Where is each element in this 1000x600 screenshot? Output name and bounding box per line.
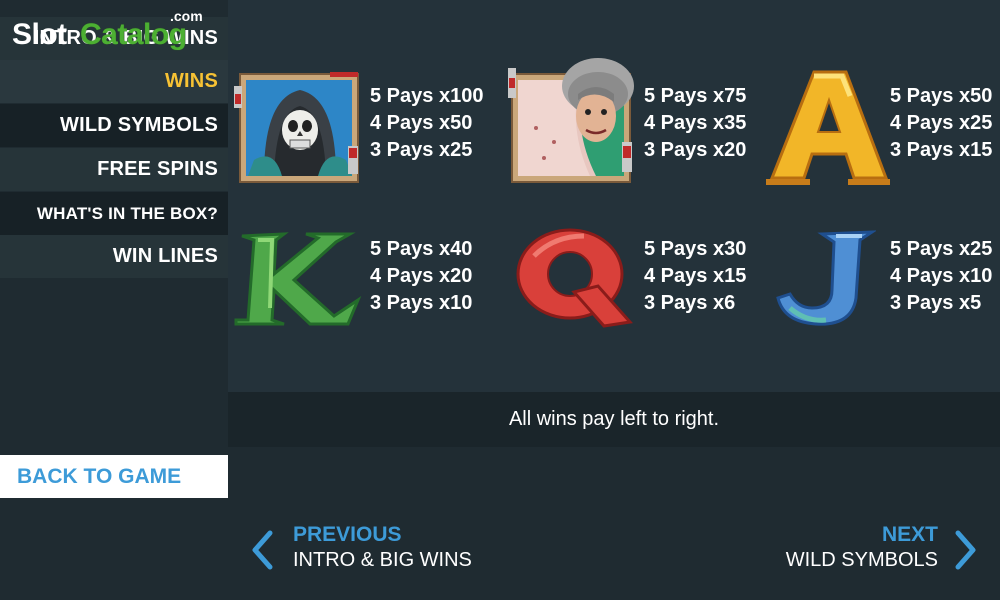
menu-item-label: WINS bbox=[164, 70, 218, 92]
pays-4: 4 Pays x50 bbox=[370, 112, 473, 134]
paytable-pays: 5 Pays x25 4 Pays x10 3 Pays x5 bbox=[890, 236, 992, 317]
paytable: 5 Pays x100 4 Pays x50 3 Pays x25 5 Pays… bbox=[228, 0, 1000, 392]
paytable-pays: 5 Pays x30 4 Pays x15 3 Pays x6 bbox=[644, 236, 746, 317]
sidebar: INTRO & BIG WINS WINS WILD SYMBOLS FREE … bbox=[0, 0, 228, 600]
menu-item-label: WIN LINES bbox=[112, 245, 218, 267]
paytable-note-text: All wins pay left to right. bbox=[508, 408, 720, 430]
menu-item-wild-symbols[interactable]: WILD SYMBOLS bbox=[0, 104, 228, 147]
next-page-button[interactable]: NEXT WILD SYMBOLS bbox=[718, 520, 978, 580]
pays-5: 5 Pays x25 bbox=[890, 238, 993, 260]
pays-4: 4 Pays x25 bbox=[890, 112, 993, 134]
menu-item-label: WHAT'S IN THE BOX? bbox=[36, 204, 218, 223]
reaper-symbol-icon bbox=[234, 72, 359, 183]
menu-item-label: WILD SYMBOLS bbox=[60, 114, 218, 136]
paytable-cell-k: 5 Pays x40 4 Pays x20 3 Pays x10 bbox=[232, 228, 489, 378]
pays-3: 3 Pays x20 bbox=[644, 139, 747, 161]
pays-3: 3 Pays x10 bbox=[370, 292, 473, 314]
paytable-pays: 5 Pays x75 4 Pays x35 3 Pays x20 bbox=[644, 83, 746, 164]
back-to-game-button[interactable]: BACK TO GAME bbox=[0, 455, 228, 498]
previous-subtitle: INTRO & BIG WINS bbox=[293, 549, 472, 571]
paytable-cell-woman: 5 Pays x75 4 Pays x35 3 Pays x20 bbox=[508, 58, 765, 208]
paytable-pays: 5 Pays x100 4 Pays x50 3 Pays x25 bbox=[370, 83, 483, 164]
chevron-left-icon bbox=[252, 530, 273, 570]
pays-5: 5 Pays x50 bbox=[890, 85, 993, 107]
paytable-cell-reaper: 5 Pays x100 4 Pays x50 3 Pays x25 bbox=[234, 68, 491, 218]
woman-symbol-icon bbox=[508, 58, 634, 183]
pays-5: 5 Pays x75 bbox=[644, 85, 747, 107]
letter-a-symbol-icon bbox=[766, 70, 890, 185]
letter-j-symbol-icon bbox=[776, 230, 876, 326]
pays-3: 3 Pays x25 bbox=[370, 139, 473, 161]
pays-3: 3 Pays x6 bbox=[644, 292, 736, 314]
pays-4: 4 Pays x10 bbox=[890, 265, 993, 287]
pays-4: 4 Pays x35 bbox=[644, 112, 747, 134]
previous-title: PREVIOUS bbox=[293, 523, 402, 546]
menu-item-label: FREE SPINS bbox=[97, 158, 218, 180]
menu-item-wins[interactable]: WINS bbox=[0, 60, 228, 103]
pays-5: 5 Pays x40 bbox=[370, 238, 473, 260]
letter-q-symbol-icon bbox=[516, 228, 633, 328]
next-subtitle: WILD SYMBOLS bbox=[785, 549, 938, 571]
back-to-game-label: BACK TO GAME bbox=[17, 465, 182, 488]
next-title: NEXT bbox=[881, 523, 938, 546]
paytable-cell-q: 5 Pays x30 4 Pays x15 3 Pays x6 bbox=[514, 226, 771, 376]
pays-3: 3 Pays x5 bbox=[890, 292, 982, 314]
pays-4: 4 Pays x15 bbox=[644, 265, 747, 287]
main-panel: 5 Pays x100 4 Pays x50 3 Pays x25 5 Pays… bbox=[228, 0, 1000, 600]
pays-4: 4 Pays x20 bbox=[370, 265, 473, 287]
paytable-note: All wins pay left to right. bbox=[228, 392, 1000, 447]
pays-5: 5 Pays x30 bbox=[644, 238, 747, 260]
paytable-pays: 5 Pays x40 4 Pays x20 3 Pays x10 bbox=[370, 236, 472, 317]
pays-3: 3 Pays x15 bbox=[890, 139, 993, 161]
chevron-right-icon bbox=[955, 530, 976, 570]
pays-5: 5 Pays x100 bbox=[370, 85, 484, 107]
menu-item-win-lines[interactable]: WIN LINES bbox=[0, 235, 228, 278]
paytable-cell-a: 5 Pays x50 4 Pays x25 3 Pays x15 bbox=[762, 66, 1000, 216]
letter-k-symbol-icon bbox=[234, 232, 362, 326]
logo-dotcom-text: .com bbox=[170, 8, 203, 24]
menu-item-whats-in-the-box[interactable]: WHAT'S IN THE BOX? bbox=[0, 192, 228, 235]
slotcatalog-logo: Slot Catalog .com bbox=[10, 6, 220, 56]
paytable-cell-j: 5 Pays x25 4 Pays x10 3 Pays x5 bbox=[776, 228, 1000, 378]
previous-page-button[interactable]: PREVIOUS INTRO & BIG WINS bbox=[250, 520, 510, 580]
paytable-pays: 5 Pays x50 4 Pays x25 3 Pays x15 bbox=[890, 83, 992, 164]
menu-item-free-spins[interactable]: FREE SPINS bbox=[0, 148, 228, 191]
logo-slot-text: Slot bbox=[12, 18, 67, 51]
